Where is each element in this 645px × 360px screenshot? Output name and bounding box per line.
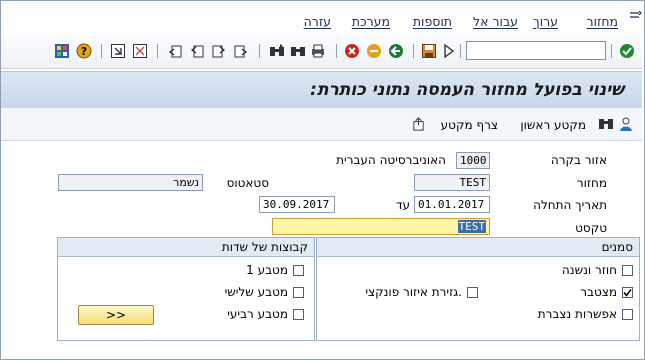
exit-menu-icon[interactable] [628, 9, 642, 23]
next-page-icon[interactable] [211, 43, 227, 59]
application-toolbar: מקטע ראשון צרף מקטע [1, 108, 642, 141]
area-label: אזור בקרה [550, 153, 607, 167]
first-segment-icon[interactable] [598, 116, 614, 132]
menu-item-goto[interactable]: עבור אל [473, 14, 518, 29]
menu-item-edit[interactable]: ערוך [533, 14, 558, 29]
accum-option-label: אפשרות נצברת [537, 307, 617, 321]
flags-group-title: סמנים [601, 240, 633, 254]
text-field-selection: TEST [457, 220, 486, 233]
end-date-field[interactable]: 30.09.2017 [259, 196, 335, 213]
menu-item-cycle[interactable]: מחזור [587, 14, 618, 29]
attach-segment-button[interactable]: צרף מקטע [441, 118, 498, 132]
accum-option-checkbox[interactable] [622, 309, 633, 320]
first-segment-button[interactable]: מקטע ראשון [520, 118, 586, 132]
cancel-icon[interactable] [344, 43, 360, 59]
page-title: שינוי בפועל מחזור העמסה נתוני כותרת: [310, 80, 624, 100]
cumulative-label: מצטבר [580, 285, 617, 299]
cycle-field[interactable]: TEST [414, 174, 490, 191]
flags-group: סמנים חוזר ונשנה מצטבר אפשרות נצברת גזיר… [316, 237, 640, 341]
cycle-label: מחזור [576, 176, 607, 190]
to-label: עד [395, 198, 410, 212]
status-label: סטאטוס [226, 176, 269, 190]
area-description: האוניברסיטה העברית [336, 153, 446, 167]
expand-button[interactable]: >> [78, 305, 154, 325]
exit-icon[interactable] [366, 43, 382, 59]
recurring-label: חוזר ונשנה [561, 263, 617, 277]
field-groups-title: קבוצות של שדות [221, 240, 308, 254]
recurring-checkbox[interactable] [622, 265, 633, 276]
prev-page-icon[interactable] [189, 43, 205, 59]
cumulative-checkbox[interactable] [622, 287, 633, 298]
find-next-icon[interactable] [269, 43, 285, 59]
last-page-icon[interactable] [233, 43, 249, 59]
currency4-label: מטבע רביעי [227, 307, 288, 321]
start-date-field[interactable]: 01.01.2017 [414, 196, 490, 213]
back-icon[interactable] [388, 43, 404, 59]
shortcut-icon[interactable] [132, 43, 148, 59]
find-icon[interactable] [290, 43, 306, 59]
func-area-label: גזירת איזור פונקצי. [365, 285, 462, 299]
print-icon[interactable] [310, 43, 326, 59]
currency3-checkbox[interactable] [293, 287, 304, 298]
layout-icon[interactable] [54, 43, 70, 59]
func-area-checkbox[interactable] [467, 287, 478, 298]
currency3-label: מטבע שלישי [224, 285, 288, 299]
check-icon[interactable] [619, 43, 635, 59]
command-field[interactable] [466, 41, 606, 60]
area-field[interactable]: 1000 [456, 152, 490, 169]
text-field[interactable]: TEST [272, 218, 490, 235]
attach-icon[interactable] [411, 117, 426, 132]
menu-item-help[interactable]: עזרה [304, 14, 331, 29]
save-icon[interactable] [421, 43, 437, 59]
start-date-label: תאריך התחלה [533, 198, 607, 212]
currency1-checkbox[interactable] [293, 265, 304, 276]
help-icon[interactable]: ? [76, 43, 92, 59]
person-icon[interactable] [618, 116, 634, 132]
svg-text:?: ? [81, 45, 87, 58]
currency1-label: מטבע 1 [246, 263, 288, 277]
currency4-checkbox[interactable] [293, 309, 304, 320]
menu-item-system[interactable]: מערכת [352, 14, 390, 29]
title-bar: שינוי בפועל מחזור העמסה נתוני כותרת: [1, 71, 642, 109]
new-session-icon[interactable] [110, 43, 126, 59]
status-field: נשמר [58, 174, 203, 191]
menu-bar: מחזור ערוך עבור אל תוספות מערכת עזרה [1, 1, 642, 33]
field-groups: קבוצות של שדות מטבע 1 מטבע שלישי מטבע רב… [57, 237, 315, 341]
menu-item-extras[interactable]: תוספות [413, 14, 452, 29]
enter-icon[interactable] [441, 43, 457, 59]
first-page-icon[interactable] [167, 43, 183, 59]
text-label: טקסט [575, 221, 607, 235]
